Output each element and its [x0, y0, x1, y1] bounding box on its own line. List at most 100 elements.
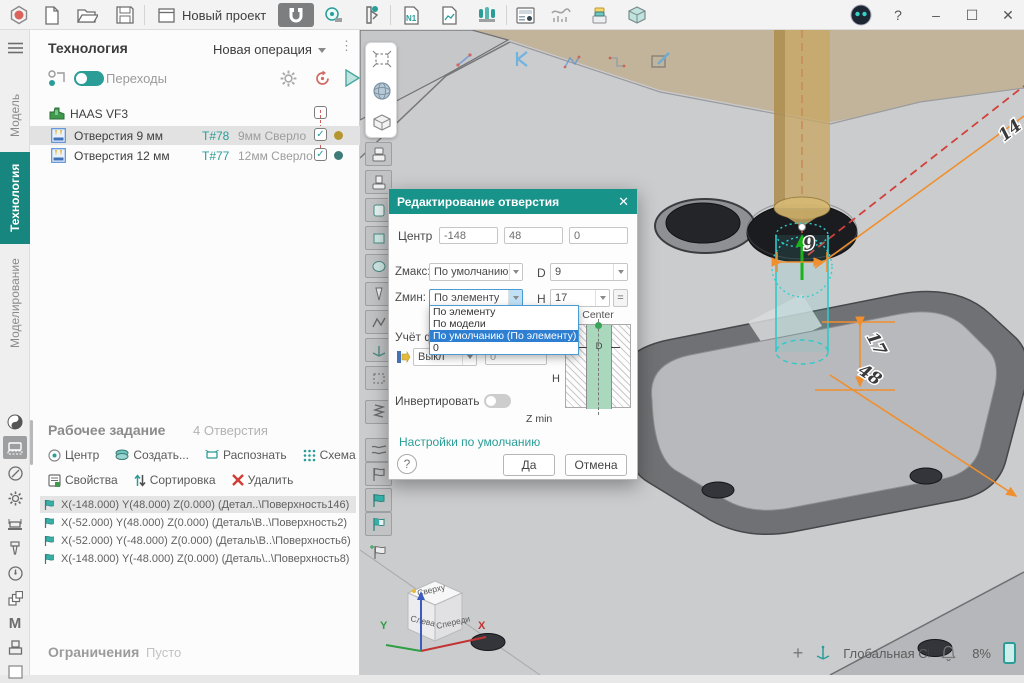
sketch-edit-icon[interactable]: [650, 50, 672, 70]
report-button[interactable]: [436, 3, 462, 27]
printer-3d-button[interactable]: [586, 3, 612, 27]
cancel-button[interactable]: Отмена: [565, 454, 627, 476]
calculator-button[interactable]: [512, 3, 538, 27]
sketch-step-line-icon[interactable]: [608, 54, 626, 70]
job-list-item[interactable]: X(-52.000) Y(-48.000) Z(0.000) (Деталь\В…: [40, 532, 356, 549]
caliper-tool-button[interactable]: [358, 3, 384, 27]
hole-feature-overlay[interactable]: [772, 223, 832, 364]
nc-program-button[interactable]: N1: [398, 3, 424, 27]
close-button[interactable]: ✕: [994, 3, 1022, 27]
assistant-icon[interactable]: [848, 3, 874, 27]
tab-model[interactable]: Модель: [0, 80, 30, 150]
operation-checkbox[interactable]: ✓: [314, 128, 327, 141]
dialog-close-icon[interactable]: ✕: [618, 194, 629, 210]
zmax-select[interactable]: По умолчанию (: [429, 263, 523, 281]
toolbar-separator: [390, 5, 391, 25]
sketch-line-icon[interactable]: [455, 52, 473, 68]
panel-menu-button[interactable]: ⋮: [340, 38, 353, 54]
setup-part-button[interactable]: [365, 142, 392, 166]
recalculate-icon[interactable]: [314, 70, 331, 87]
job-list-item[interactable]: X(-148.000) Y(-48.000) Z(0.000) (Деталь\…: [40, 550, 356, 567]
window-icon: [158, 8, 175, 23]
new-file-button[interactable]: [38, 3, 64, 27]
dialog-help-button[interactable]: ?: [397, 454, 417, 474]
operation-name: Отверстия 12 мм: [74, 149, 170, 163]
drill-tool-icon[interactable]: [3, 537, 27, 560]
run-play-icon[interactable]: [344, 69, 360, 87]
delete-action-button[interactable]: Удалить: [232, 473, 294, 487]
macro-m-icon[interactable]: M: [3, 612, 27, 635]
simulation-button[interactable]: [548, 3, 574, 27]
operation-tool-desc: 12мм Сверло: [238, 149, 313, 163]
operation-settings-gear-icon[interactable]: [280, 70, 297, 87]
create-action-button[interactable]: Создать...: [115, 448, 189, 462]
dropdown-option[interactable]: По элементу: [430, 306, 578, 318]
flag-new-button[interactable]: [365, 540, 392, 564]
machine-setup-icon[interactable]: [3, 436, 27, 459]
help-button[interactable]: ?: [884, 3, 912, 27]
sketch-polyline-icon[interactable]: [563, 54, 581, 70]
fit-view-button[interactable]: [366, 43, 398, 75]
press-icon[interactable]: [3, 636, 27, 659]
measure-tool-button[interactable]: [320, 3, 346, 27]
add-cs-button[interactable]: +: [793, 643, 804, 664]
tree-row-operation[interactable]: Отверстия 12 мм T#77 12мм Сверло ✓: [30, 146, 360, 165]
project-button[interactable]: Новый проект: [150, 3, 274, 27]
dropdown-option-selected[interactable]: По умолчанию (По элементу): [430, 330, 578, 342]
open-file-button[interactable]: [74, 3, 100, 27]
job-list-item[interactable]: X(-52.000) Y(48.000) Z(0.000) (Деталь\В.…: [40, 514, 356, 531]
center-action-button[interactable]: Центр: [48, 448, 99, 462]
invert-toggle[interactable]: [484, 394, 511, 408]
panel-scrollbar[interactable]: [30, 420, 33, 465]
operation-checkbox[interactable]: ✓: [314, 148, 327, 161]
notifications-bell-icon[interactable]: [941, 645, 956, 661]
tree-row-machine[interactable]: HAAS VF3: [30, 104, 360, 123]
workpiece-icon[interactable]: [3, 410, 27, 433]
center-x-input[interactable]: [439, 227, 498, 244]
save-button[interactable]: [112, 3, 138, 27]
tools-library-button[interactable]: [474, 3, 500, 27]
equals-button[interactable]: =: [613, 289, 628, 307]
job-list-item[interactable]: X(-148.000) Y(48.000) Z(0.000) (Детал..\…: [40, 496, 356, 513]
dropdown-option[interactable]: 0: [430, 342, 578, 354]
tree-row-operation[interactable]: Отверстия 9 мм T#78 9мм Сверло ✓: [30, 126, 360, 145]
defaults-link[interactable]: Настройки по умолчанию: [399, 435, 540, 449]
machine-axes-icon[interactable]: [3, 512, 27, 535]
dialog-titlebar[interactable]: Редактирование отверстия ✕: [389, 189, 637, 214]
flag-half-button[interactable]: [365, 512, 392, 536]
recognize-action-button[interactable]: Распознать: [205, 448, 287, 462]
operation-tool: T#77: [202, 149, 229, 163]
settings-gear-icon[interactable]: [3, 487, 27, 510]
copies-icon[interactable]: [3, 587, 27, 610]
dropdown-option[interactable]: По модели: [430, 318, 578, 330]
diameter-select[interactable]: 9: [550, 263, 628, 281]
zmax-label: Zмакс:: [395, 266, 430, 278]
coordinate-system-name[interactable]: Глобальная СК: [843, 646, 929, 661]
scheme-action-button[interactable]: Схема: [303, 448, 356, 462]
new-operation-dropdown[interactable]: Новая операция: [213, 42, 326, 57]
center-y-input[interactable]: [504, 227, 563, 244]
sketch-angle-icon[interactable]: [512, 50, 532, 68]
transitions-toggle[interactable]: [74, 71, 104, 86]
gauge-icon[interactable]: [3, 562, 27, 585]
box-view-button[interactable]: [366, 107, 398, 139]
snap-magnet-button[interactable]: [278, 3, 314, 27]
zmin-label: Zмин:: [395, 292, 426, 304]
sort-action-button[interactable]: Сортировка: [134, 473, 216, 487]
solid-model-button[interactable]: [624, 3, 650, 27]
mesh-sphere-button[interactable]: [366, 75, 398, 107]
ok-button[interactable]: Да: [503, 454, 555, 476]
tab-technology[interactable]: Технология: [0, 152, 30, 244]
flag-filled-button[interactable]: [365, 488, 392, 512]
hamburger-menu-icon[interactable]: [3, 36, 27, 59]
blank-square-icon[interactable]: [3, 660, 27, 683]
view-state-indicator[interactable]: [1003, 642, 1016, 664]
center-z-input[interactable]: [569, 227, 628, 244]
minimize-button[interactable]: –: [922, 3, 950, 27]
compass-icon[interactable]: [3, 462, 27, 485]
properties-action-button[interactable]: Свойства: [48, 473, 118, 487]
tab-modeling[interactable]: Моделирование: [0, 246, 30, 360]
point-flag-icon: [44, 499, 56, 511]
maximize-button[interactable]: ☐: [958, 3, 986, 27]
navigation-cube[interactable]: Сверху Слева Спереди X Y: [378, 567, 498, 667]
